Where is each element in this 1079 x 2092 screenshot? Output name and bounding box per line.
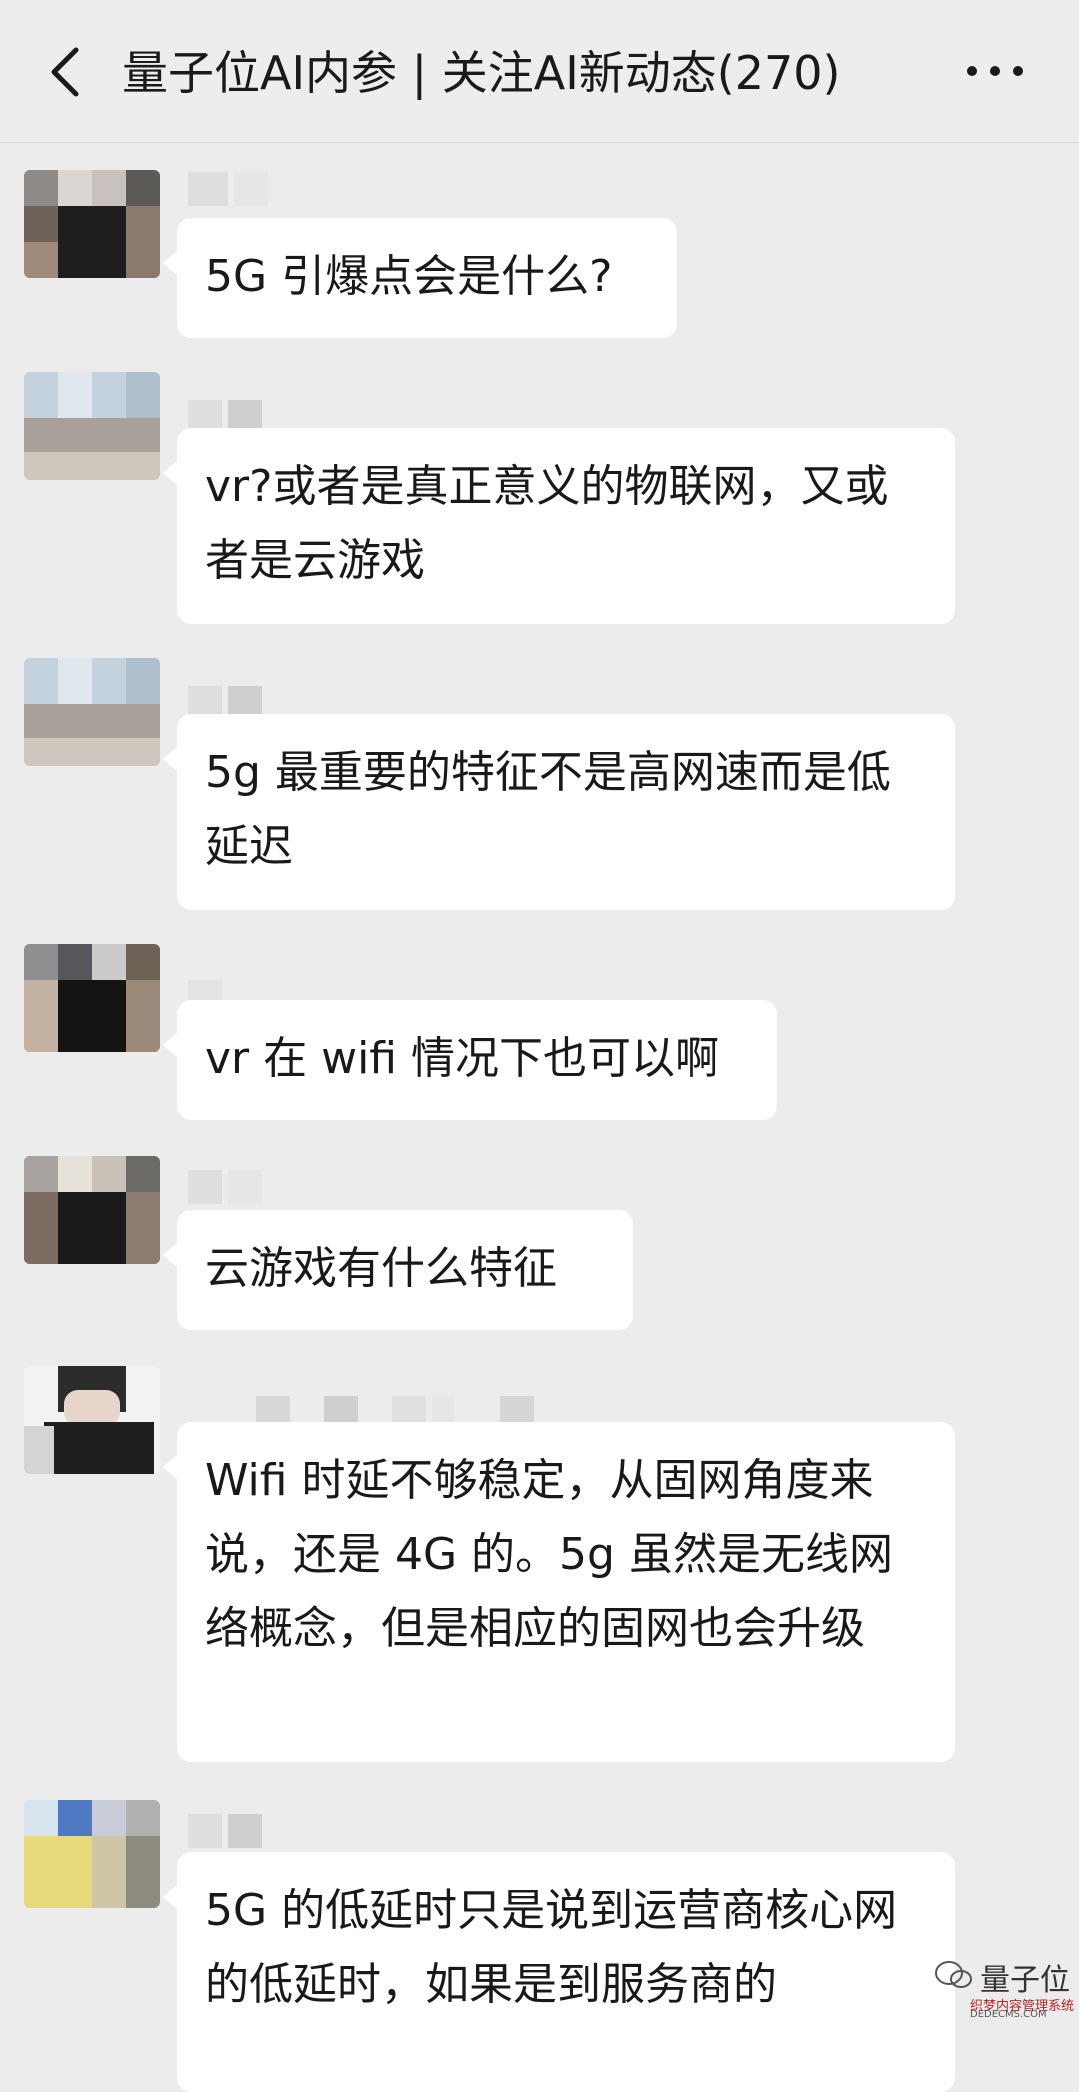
- message-text: vr 在 wifi 情况下也可以啊: [205, 1033, 720, 1084]
- more-dots-icon: [967, 66, 1023, 76]
- watermark: 量子位 织梦内容管理系统 DEDECMS.COM: [930, 1955, 1074, 2020]
- chevron-left-icon: [51, 47, 79, 97]
- avatar[interactable]: [24, 944, 160, 1052]
- avatar[interactable]: [24, 372, 160, 480]
- message-text: vr?或者是真正意义的物联网，又或者是云游戏: [205, 461, 889, 586]
- avatar[interactable]: [24, 1366, 160, 1474]
- back-button[interactable]: [38, 44, 94, 100]
- chat-title: 量子位AI内参 | 关注AI新动态(270): [122, 46, 841, 100]
- message-bubble[interactable]: Wifi 时延不够稳定，从固网角度来说，还是 4G 的。5g 虽然是无线网络概念…: [163, 1422, 955, 1762]
- message-text: 5G 引爆点会是什么?: [205, 251, 613, 302]
- watermark-brand: 量子位: [980, 1963, 1070, 1998]
- sender-name-blurred: [188, 1170, 508, 1210]
- message-bubble[interactable]: 5G 引爆点会是什么?: [163, 218, 677, 338]
- message-bubble[interactable]: vr?或者是真正意义的物联网，又或者是云游戏: [163, 428, 955, 624]
- message-bubble[interactable]: vr 在 wifi 情况下也可以啊: [163, 1000, 777, 1120]
- watermark-site: DEDECMS.COM: [970, 2009, 1047, 2020]
- message-bubble[interactable]: 5g 最重要的特征不是高网速而是低延迟: [163, 714, 955, 910]
- more-button[interactable]: [960, 46, 1030, 96]
- wechat-logo-icon: [935, 1961, 972, 1988]
- message-text: Wifi 时延不够稳定，从固网角度来说，还是 4G 的。5g 虽然是无线网络概念…: [205, 1455, 893, 1654]
- chat-header: 量子位AI内参 | 关注AI新动态(270): [0, 0, 1079, 143]
- avatar[interactable]: [24, 1800, 160, 1908]
- avatar[interactable]: [24, 658, 160, 766]
- message-text: 5G 的低延时只是说到运营商核心网的低延时，如果是到服务商的: [205, 1885, 898, 2010]
- message-text: 5g 最重要的特征不是高网速而是低延迟: [205, 747, 891, 872]
- message-bubble[interactable]: 5G 的低延时只是说到运营商核心网的低延时，如果是到服务商的: [163, 1852, 955, 2092]
- avatar[interactable]: [24, 170, 160, 278]
- sender-name-blurred: [188, 1814, 508, 1854]
- message-bubble[interactable]: 云游戏有什么特征: [163, 1210, 633, 1330]
- message-text: 云游戏有什么特征: [205, 1243, 557, 1294]
- avatar[interactable]: [24, 1156, 160, 1264]
- sender-name-blurred: [188, 172, 508, 212]
